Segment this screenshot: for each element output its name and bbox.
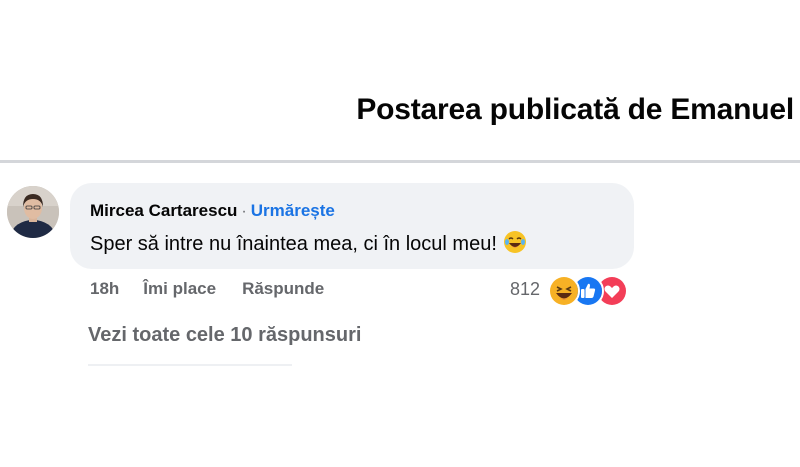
like-button[interactable]: Îmi place bbox=[143, 279, 216, 299]
header-divider bbox=[0, 160, 800, 163]
avatar[interactable] bbox=[7, 186, 59, 238]
comment-bubble: Mircea Cartarescu · Urmărește Sper să intr… bbox=[70, 183, 634, 269]
view-all-replies-link[interactable]: Vezi toate cele 10 răspunsuri bbox=[88, 324, 361, 347]
haha-icon bbox=[548, 275, 580, 307]
comment-text-line: Sper să intre nu înaintea mea, ci în loc… bbox=[90, 230, 527, 260]
reply-button[interactable]: Răspunde bbox=[242, 279, 324, 299]
comment-header: Mircea Cartarescu · Urmărește bbox=[90, 201, 335, 221]
post-title: Postarea publicată de Emanuel bbox=[356, 93, 794, 126]
avatar-image bbox=[7, 186, 59, 238]
author-name[interactable]: Mircea Cartarescu bbox=[90, 201, 237, 220]
follow-link[interactable]: Urmărește bbox=[251, 201, 335, 220]
laughing-tears-icon bbox=[503, 230, 527, 260]
separator-dot: · bbox=[241, 203, 247, 220]
comment-text: Sper să intre nu înaintea mea, ci în loc… bbox=[90, 233, 497, 255]
comment-time[interactable]: 18h bbox=[90, 279, 119, 299]
reaction-count: 812 bbox=[510, 279, 541, 299]
replies-divider bbox=[88, 364, 292, 366]
comment-actions: 18h Îmi place Răspunde bbox=[90, 279, 324, 299]
